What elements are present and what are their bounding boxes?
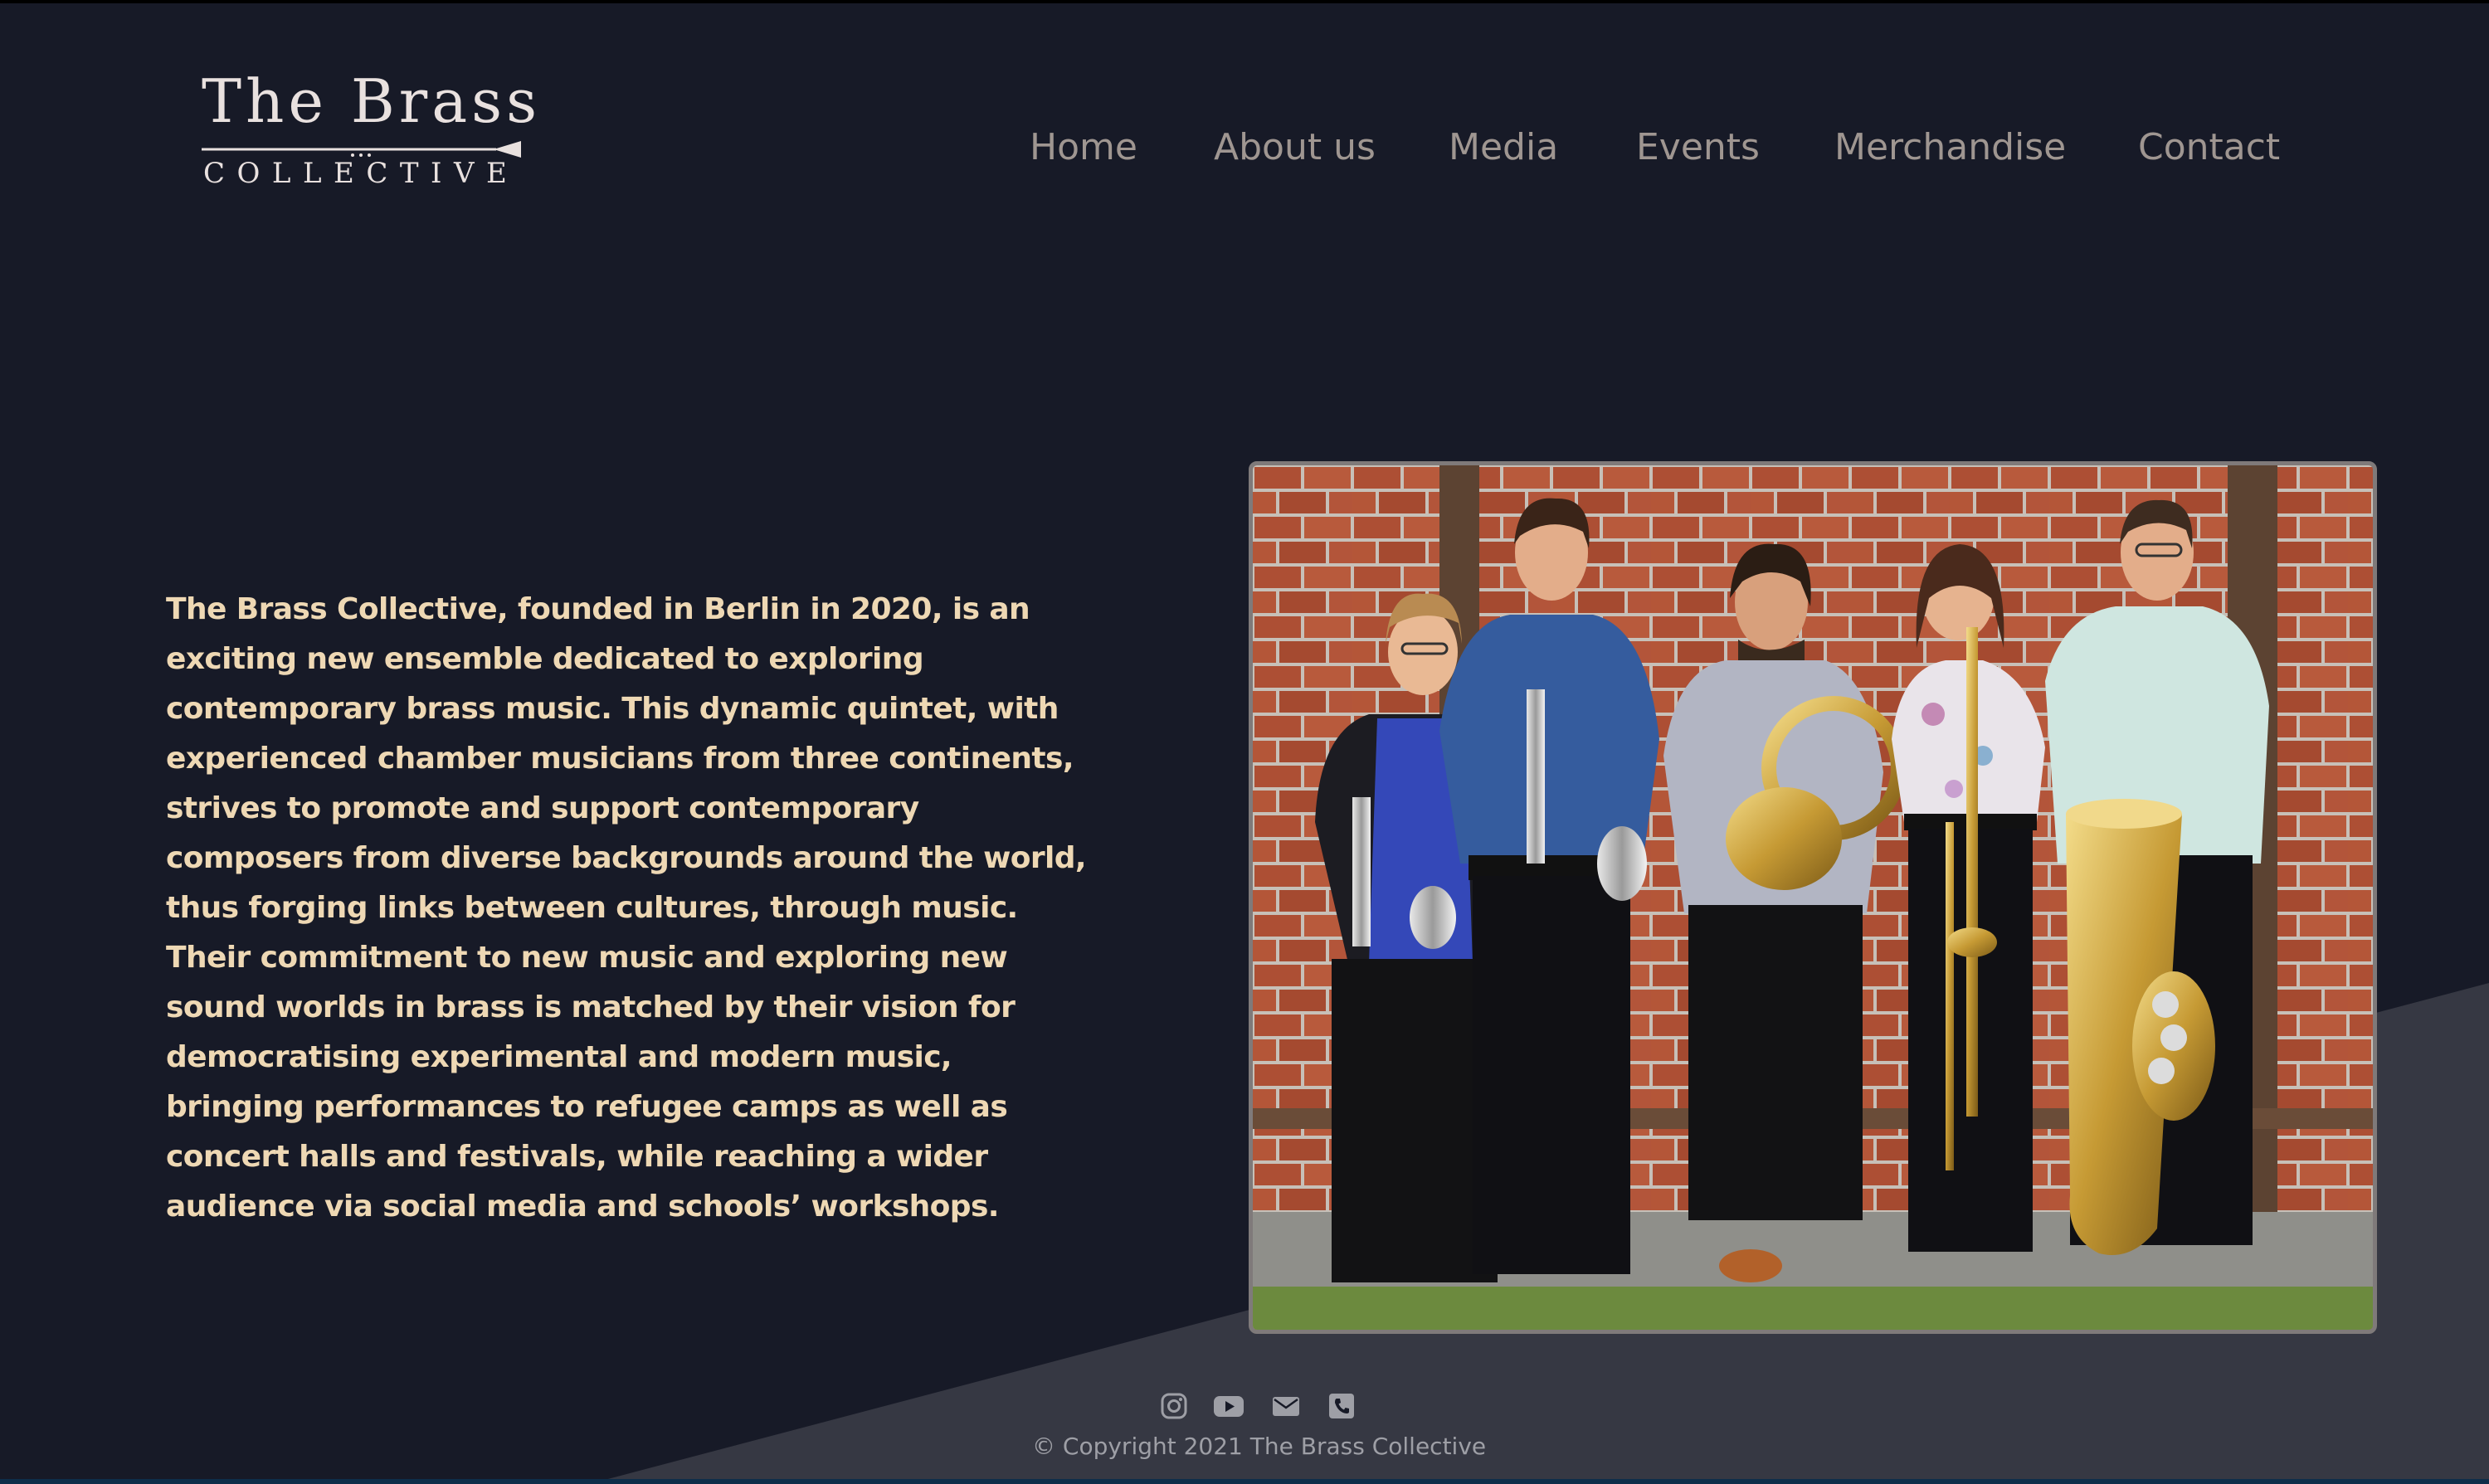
nav-merchandise[interactable]: Merchandise [1834, 124, 2066, 171]
intro-paragraph: The Brass Collective, founded in Berlin … [166, 592, 1087, 1224]
nav-media[interactable]: Media [1449, 124, 1558, 171]
email-icon[interactable] [1272, 1392, 1300, 1420]
youtube-icon[interactable] [1213, 1392, 1244, 1420]
site-logo[interactable]: The Brass COLLECTIVE [202, 71, 537, 196]
group-photo-illustration [1253, 465, 2373, 1330]
nav-home[interactable]: Home [1030, 124, 1137, 171]
phone-icon[interactable] [1327, 1392, 1356, 1420]
group-photo [1249, 461, 2377, 1334]
nav-events[interactable]: Events [1636, 124, 1760, 171]
logo-title: The Brass [202, 66, 542, 136]
copyright-text: © Copyright 2021 The Brass Collective [1032, 1433, 1487, 1460]
bottom-border [0, 1479, 2489, 1484]
nav-contact[interactable]: Contact [2138, 124, 2280, 171]
instagram-icon[interactable] [1160, 1392, 1188, 1420]
nav-about-us[interactable]: About us [1214, 124, 1376, 171]
logo-subtitle: COLLECTIVE [203, 157, 519, 190]
logo-trumpet-line [202, 141, 521, 158]
social-icons [1153, 1392, 1361, 1420]
